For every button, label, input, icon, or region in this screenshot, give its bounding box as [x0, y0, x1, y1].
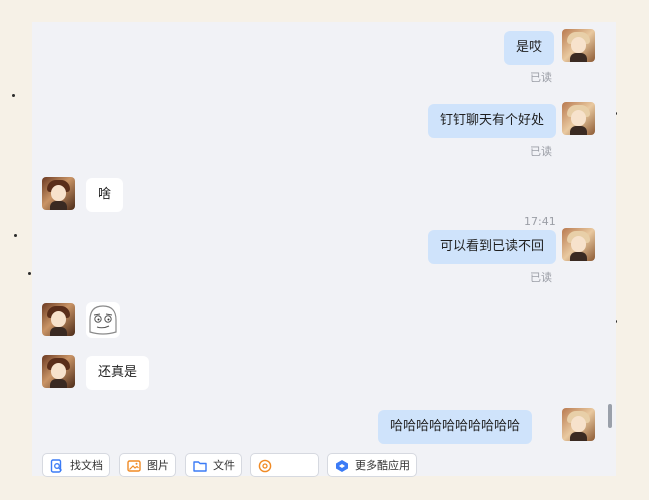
contact-avatar[interactable]: [42, 177, 75, 210]
image-label: 图片: [147, 459, 169, 472]
read-status: 已读: [530, 145, 552, 158]
my-avatar[interactable]: [562, 408, 595, 441]
file-label: 文件: [213, 459, 235, 472]
my-avatar[interactable]: [562, 228, 595, 261]
find-doc-label: 找文档: [70, 459, 103, 472]
smirk-face-sticker[interactable]: [86, 302, 120, 338]
my-avatar[interactable]: [562, 29, 595, 62]
mention-button[interactable]: [250, 453, 319, 477]
at-icon: [258, 459, 272, 473]
outgoing-message-bubble[interactable]: 是哎: [504, 31, 555, 65]
read-status: 已读: [530, 71, 552, 84]
outgoing-message-bubble[interactable]: 哈哈哈哈哈哈哈哈哈哈: [378, 410, 533, 444]
outgoing-message-bubble[interactable]: 钉钉聊天有个好处: [428, 104, 557, 138]
background-dot: [14, 234, 17, 237]
contact-avatar[interactable]: [42, 355, 75, 388]
image-icon: [127, 460, 141, 472]
message-timestamp: 17:41: [524, 215, 556, 228]
read-status: 已读: [530, 271, 552, 284]
chat-panel: 是哎 已读 钉钉聊天有个好处 已读 啥 17:41 可以看到已读不回 已读 还真…: [32, 22, 616, 476]
contact-avatar[interactable]: [42, 303, 75, 336]
find-doc-button[interactable]: 找文档: [42, 453, 110, 477]
more-apps-label: 更多酷应用: [355, 459, 410, 472]
folder-icon: [193, 461, 207, 472]
image-button[interactable]: 图片: [119, 453, 176, 477]
background-dot: [12, 94, 15, 97]
background-dot: [28, 272, 31, 275]
more-apps-button[interactable]: 更多酷应用: [327, 453, 417, 477]
doc-search-icon: [50, 459, 62, 473]
outgoing-message-bubble[interactable]: 可以看到已读不回: [428, 230, 557, 264]
apps-icon: [336, 460, 348, 472]
incoming-message-bubble[interactable]: 啥: [86, 178, 124, 212]
my-avatar[interactable]: [562, 102, 595, 135]
incoming-message-bubble[interactable]: 还真是: [86, 356, 150, 390]
chat-scrollbar[interactable]: [608, 404, 612, 428]
file-button[interactable]: 文件: [185, 453, 242, 477]
smirk-face-icon: [89, 305, 117, 335]
